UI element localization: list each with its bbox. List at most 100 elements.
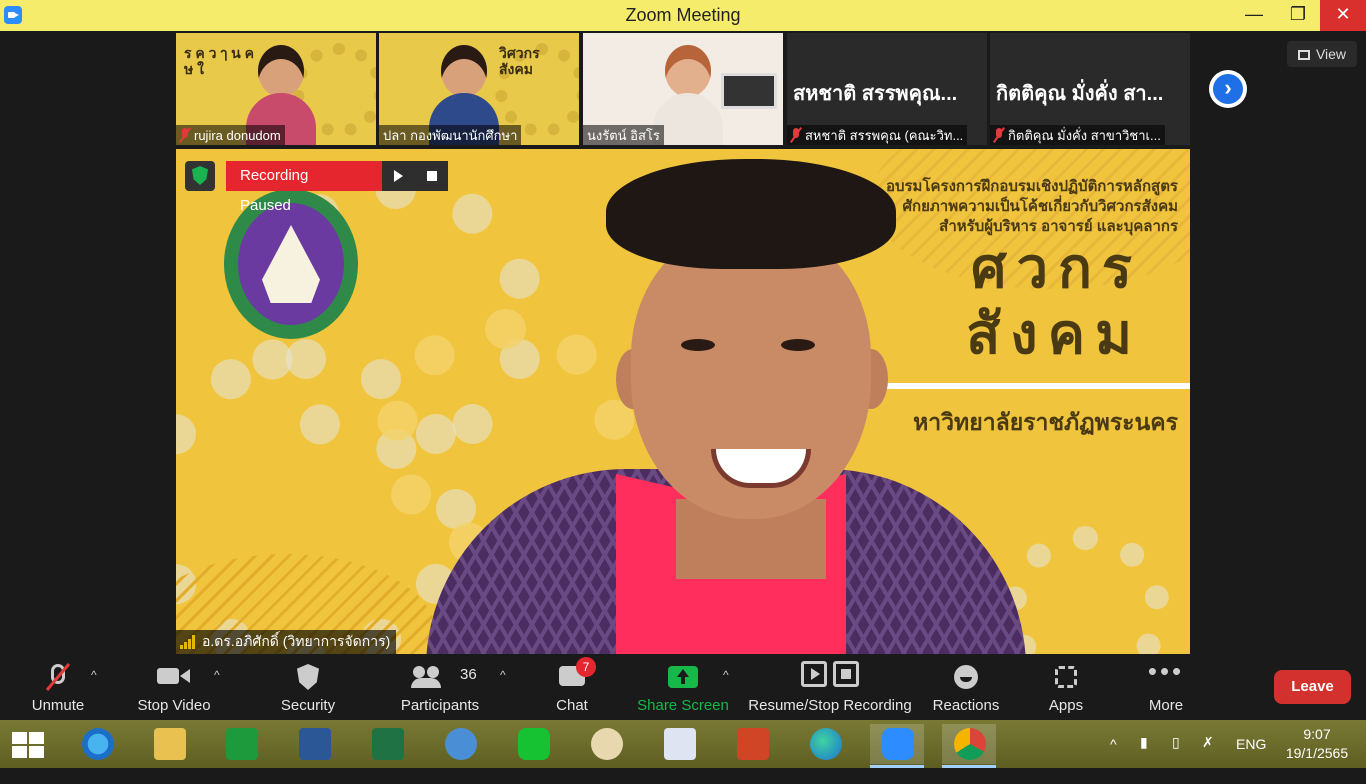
chrome-icon[interactable]: [942, 724, 996, 768]
participant-name-badge: rujira donudom: [176, 125, 285, 145]
chevron-up-icon[interactable]: ^: [500, 668, 506, 682]
powerpoint-icon[interactable]: [725, 724, 779, 764]
apps-label: Apps: [1048, 697, 1084, 714]
stop-video-label: Stop Video: [137, 697, 211, 714]
clock-date: 19/1/2565: [1285, 745, 1349, 761]
camera-lens-icon: [180, 669, 190, 683]
microsoft-store-icon[interactable]: [214, 724, 268, 764]
reactions-button[interactable]: Reactions: [928, 654, 1004, 720]
encryption-shield-icon[interactable]: [185, 161, 215, 191]
windows-taskbar: ^ ▮ ▯ ✗ ENG 9:07 19/1/2565: [0, 720, 1366, 768]
volume-muted-icon[interactable]: ✗: [1202, 734, 1214, 782]
word-icon[interactable]: [287, 724, 341, 764]
chevron-up-icon[interactable]: ^: [91, 668, 97, 682]
battery-icon[interactable]: ▯: [1172, 734, 1180, 782]
participant-gallery: ร ค ว ๅ น ค ษ ใ rujira donudom วิศวกร สั…: [0, 31, 1366, 149]
clock-time: 9:07: [1303, 726, 1331, 742]
unmute-label: Unmute: [31, 697, 85, 714]
system-clock[interactable]: 9:07 19/1/2565: [1272, 725, 1362, 763]
participant-display-name: กิตติคุณ มั่งคั่ง สา...: [996, 83, 1164, 105]
muted-mic-icon: [994, 128, 1004, 142]
participant-name: กิตติคุณ มั่งคั่ง สาขาวิชาเ...: [1008, 127, 1161, 143]
reactions-label: Reactions: [932, 697, 1000, 714]
participant-name-badge: สหชาติ สรรพคุณ (คณะวิท...: [787, 125, 968, 145]
gear-graphic: [1002, 526, 1170, 654]
close-button[interactable]: ✕: [1320, 0, 1366, 31]
recording-status-bar: Recording Paused: [226, 161, 448, 214]
participants-icon: [411, 666, 441, 688]
participant-tile[interactable]: สหชาติ สรรพคุณ... สหชาติ สรรพคุณ (คณะวิท…: [787, 33, 987, 145]
participant-name-badge: กิตติคุณ มั่งคั่ง สาขาวิชาเ...: [990, 125, 1165, 145]
show-hidden-icons-icon[interactable]: ^: [1110, 736, 1117, 784]
speaker-name-badge: อ.ดร.อภิศักดิ์ (วิทยาการจัดการ): [176, 630, 397, 654]
security-label: Security: [280, 697, 336, 714]
participants-count: 36: [460, 666, 477, 683]
resume-stop-recording-button[interactable]: Resume/Stop Recording: [746, 654, 914, 720]
participant-name: สหชาติ สรรพคุณ (คณะวิท...: [805, 127, 964, 143]
participant-name: ปลา กองพัฒนานักศึกษา: [383, 127, 518, 143]
stop-video-button[interactable]: Stop Video: [130, 654, 218, 720]
chevron-up-icon[interactable]: ^: [214, 668, 220, 682]
participant-name-badge: นงรัตน์ อิสโร: [583, 125, 664, 145]
more-dots-icon: •••: [1147, 656, 1185, 686]
speaker-person: [426, 149, 1026, 654]
apps-icon: [1055, 666, 1077, 688]
file-explorer-icon[interactable]: [142, 724, 196, 764]
muted-mic-icon: [791, 128, 801, 142]
recording-status-label: Recording Paused: [226, 161, 382, 214]
record-controls-icon: [801, 661, 859, 687]
security-button[interactable]: Security: [268, 654, 348, 720]
meeting-toolbar: Unmute ^ Stop Video ^ Security 36 Partic…: [0, 654, 1366, 720]
muted-mic-icon: [180, 128, 190, 142]
participants-label: Participants: [400, 697, 480, 714]
input-language[interactable]: ENG: [1236, 736, 1266, 784]
chat-button[interactable]: 7 Chat: [540, 654, 604, 720]
network-signal-icon[interactable]: ▮: [1140, 734, 1148, 782]
math-input-icon[interactable]: [433, 724, 487, 764]
lisrel-icon[interactable]: [652, 724, 706, 764]
chat-label: Chat: [556, 697, 588, 714]
next-page-button[interactable]: ›: [1209, 70, 1247, 108]
participant-name-badge: ปลา กองพัฒนานักศึกษา: [379, 125, 522, 145]
share-screen-label: Share Screen: [637, 697, 729, 714]
unmute-button[interactable]: Unmute: [20, 654, 96, 720]
participants-button[interactable]: 36 Participants: [394, 654, 486, 720]
resume-recording-play-icon[interactable]: [382, 161, 415, 191]
chevron-right-icon: ›: [1224, 75, 1232, 100]
participant-display-name: สหชาติ สรรพคุณ...: [793, 83, 958, 105]
window-title: Zoom Meeting: [625, 5, 741, 25]
chat-unread-badge: 7: [576, 657, 596, 677]
share-screen-button[interactable]: Share Screen: [636, 654, 730, 720]
more-label: More: [1148, 697, 1184, 714]
tile-poster-text: ร ค ว ๅ น ค ษ ใ: [184, 45, 254, 77]
apps-button[interactable]: Apps: [1036, 654, 1096, 720]
speaker-name: อ.ดร.อภิศักดิ์ (วิทยาการจัดการ): [202, 633, 391, 649]
leave-button[interactable]: Leave: [1274, 670, 1351, 704]
recording-label: Resume/Stop Recording: [748, 697, 912, 714]
edge-icon[interactable]: [798, 724, 852, 764]
video-camera-icon: [157, 668, 179, 684]
paint-icon[interactable]: [579, 724, 633, 764]
signal-strength-icon: [180, 635, 196, 649]
participant-tile[interactable]: ร ค ว ๅ น ค ษ ใ rujira donudom: [176, 33, 376, 145]
view-label: View: [1315, 46, 1347, 62]
view-button[interactable]: View: [1287, 41, 1357, 67]
participant-tile[interactable]: กิตติคุณ มั่งคั่ง สา... กิตติคุณ มั่งคั่…: [990, 33, 1190, 145]
participant-tile[interactable]: นงรัตน์ อิสโร: [583, 33, 783, 145]
minimize-button[interactable]: —: [1232, 0, 1276, 31]
zoom-icon[interactable]: [870, 724, 924, 768]
participant-name: rujira donudom: [194, 127, 281, 143]
stop-recording-icon[interactable]: [415, 161, 448, 191]
chevron-up-icon[interactable]: ^: [723, 668, 729, 682]
internet-explorer-icon[interactable]: [70, 724, 124, 764]
line-icon[interactable]: [506, 724, 560, 764]
participant-tile[interactable]: วิศวกร สังคม ปลา กองพัฒนานักศึกษา: [379, 33, 579, 145]
title-bar: Zoom Meeting — ❐ ✕: [0, 0, 1366, 31]
smiley-icon: [954, 665, 978, 689]
maximize-button[interactable]: ❐: [1276, 0, 1320, 31]
excel-icon[interactable]: [360, 724, 414, 764]
tile-poster-text: วิศวกร สังคม: [499, 45, 540, 77]
shield-icon: [297, 664, 319, 690]
more-button[interactable]: ••• More: [1136, 654, 1196, 720]
start-button[interactable]: [12, 732, 46, 758]
